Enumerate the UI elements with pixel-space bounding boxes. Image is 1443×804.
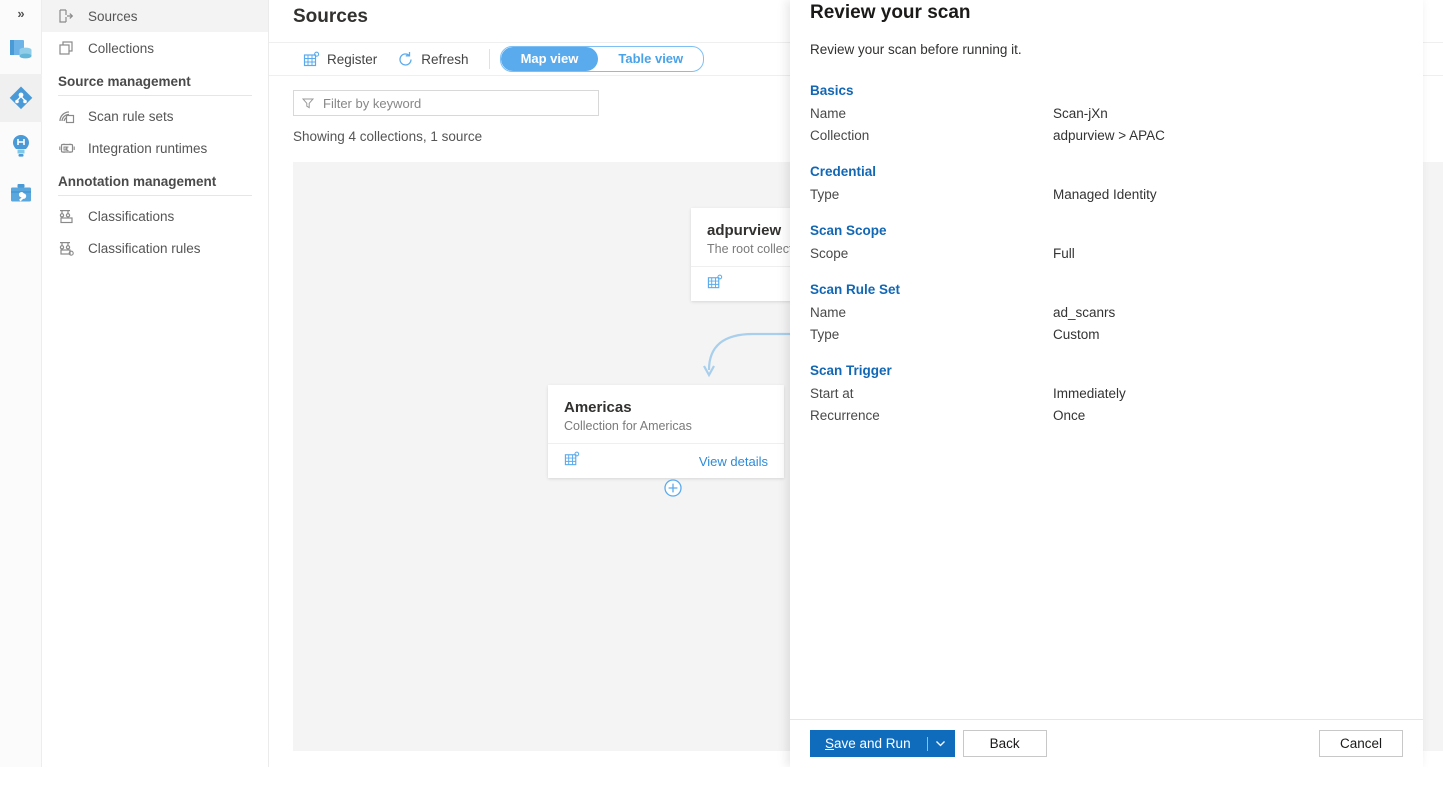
map-card-register-source-icon[interactable] xyxy=(564,451,580,472)
refresh-label: Refresh xyxy=(421,52,468,67)
panel-title: Review your scan xyxy=(810,2,971,24)
page-title: Sources xyxy=(293,6,368,28)
section-heading-scan-scope: Scan Scope xyxy=(810,223,1403,238)
map-card-subtitle: Collection for Americas xyxy=(564,419,768,433)
review-row-value: Custom xyxy=(1053,327,1100,342)
navigation-sidebar: Sources Collections Source management xyxy=(42,0,269,767)
refresh-icon xyxy=(397,51,414,68)
rail-item-data-map[interactable] xyxy=(0,74,42,122)
scan-rule-sets-icon xyxy=(58,108,78,124)
command-bar-divider xyxy=(489,49,490,69)
sidebar-item-label: Classifications xyxy=(88,209,174,224)
register-icon xyxy=(303,51,320,68)
review-row: Type Managed Identity xyxy=(810,183,1403,205)
filter-box[interactable] xyxy=(293,90,599,116)
review-row-key: Start at xyxy=(810,386,1053,401)
sources-icon xyxy=(58,8,78,24)
cancel-button[interactable]: Cancel xyxy=(1319,730,1403,757)
review-row-value: adpurview > APAC xyxy=(1053,128,1165,143)
classifications-icon xyxy=(58,208,78,224)
review-row-value: Full xyxy=(1053,246,1075,261)
save-and-run-accesskey: S xyxy=(825,736,834,751)
review-row-value: Managed Identity xyxy=(1053,187,1157,202)
integration-runtimes-icon xyxy=(58,140,78,156)
review-row: Start at Immediately xyxy=(810,382,1403,404)
view-toggle: Map view Table view xyxy=(500,46,705,72)
review-row: Collection adpurview > APAC xyxy=(810,124,1403,146)
review-row-value: Once xyxy=(1053,408,1085,423)
tab-table-view[interactable]: Table view xyxy=(598,47,703,71)
sidebar-group-annotation-management: Annotation management xyxy=(42,164,268,193)
sidebar-item-classification-rules[interactable]: Classification rules xyxy=(42,232,268,264)
review-row-key: Scope xyxy=(810,246,1053,261)
section-heading-basics: Basics xyxy=(810,83,1403,98)
review-row-value: ad_scanrs xyxy=(1053,305,1115,320)
save-and-run-label: Save and Run xyxy=(825,736,911,751)
map-card-americas[interactable]: Americas Collection for Americas View de… xyxy=(548,385,784,478)
sidebar-item-label: Integration runtimes xyxy=(88,141,207,156)
sidebar-item-label: Sources xyxy=(88,9,138,24)
sidebar-divider xyxy=(58,195,252,196)
sidebar-group-source-management: Source management xyxy=(42,64,268,93)
review-row: Name ad_scanrs xyxy=(810,301,1403,323)
classification-rules-icon xyxy=(58,240,78,256)
purview-app-window: » xyxy=(0,0,1443,767)
search-input[interactable] xyxy=(321,95,590,112)
sidebar-item-label: Classification rules xyxy=(88,241,201,256)
chevron-down-icon[interactable] xyxy=(928,738,954,749)
sidebar-item-integration-runtimes[interactable]: Integration runtimes xyxy=(42,132,268,164)
section-heading-credential: Credential xyxy=(810,164,1403,179)
panel-description: Review your scan before running it. xyxy=(810,42,1022,57)
save-and-run-button[interactable]: Save and Run xyxy=(810,730,955,757)
review-summary: Basics Name Scan-jXn Collection adpurvie… xyxy=(810,83,1403,667)
map-card-register-source-icon[interactable] xyxy=(707,274,723,295)
back-button[interactable]: Back xyxy=(963,730,1047,757)
review-row-key: Name xyxy=(810,305,1053,320)
map-card-footer: View details xyxy=(548,443,784,478)
review-row: Scope Full xyxy=(810,242,1403,264)
map-card-title: Americas xyxy=(564,399,768,416)
review-row-key: Type xyxy=(810,187,1053,202)
collections-icon xyxy=(58,40,78,56)
review-row-key: Name xyxy=(810,106,1053,121)
map-card-body: Americas Collection for Americas xyxy=(548,385,784,443)
section-heading-scan-rule-set: Scan Rule Set xyxy=(810,282,1403,297)
map-card-view-details-link[interactable]: View details xyxy=(699,454,768,469)
register-label: Register xyxy=(327,52,377,67)
review-row: Type Custom xyxy=(810,323,1403,345)
sidebar-item-sources[interactable]: Sources xyxy=(42,0,268,32)
review-row-key: Type xyxy=(810,327,1053,342)
tab-map-view[interactable]: Map view xyxy=(501,47,599,71)
panel-footer: Save and Run Back Cancel xyxy=(790,719,1423,767)
filter-icon xyxy=(302,97,314,109)
add-collection-plus-icon[interactable] xyxy=(664,479,682,497)
left-icon-rail: » xyxy=(0,0,42,767)
expand-collapse-chevron-icon[interactable]: » xyxy=(0,2,42,26)
rail-item-management[interactable] xyxy=(0,170,42,218)
sidebar-divider xyxy=(58,95,252,96)
sidebar-item-scan-rule-sets[interactable]: Scan rule sets xyxy=(42,100,268,132)
data-catalog-icon xyxy=(8,37,34,63)
review-scan-panel: Review your scan Review your scan before… xyxy=(790,0,1423,767)
rail-item-data-catalog[interactable] xyxy=(0,26,42,74)
refresh-button[interactable]: Refresh xyxy=(387,44,478,74)
sidebar-item-label: Collections xyxy=(88,41,154,56)
review-row: Recurrence Once xyxy=(810,404,1403,426)
lightbulb-insights-icon xyxy=(8,133,34,159)
section-heading-scan-trigger: Scan Trigger xyxy=(810,363,1403,378)
review-row-value: Scan-jXn xyxy=(1053,106,1108,121)
sidebar-item-collections[interactable]: Collections xyxy=(42,32,268,64)
save-and-run-label-rest: ave and Run xyxy=(834,736,911,751)
review-row-key: Collection xyxy=(810,128,1053,143)
rail-item-data-insights[interactable] xyxy=(0,122,42,170)
data-map-icon xyxy=(8,85,34,111)
review-row: Name Scan-jXn xyxy=(810,102,1403,124)
showing-count: Showing 4 collections, 1 source xyxy=(293,129,482,144)
review-row-value: Immediately xyxy=(1053,386,1126,401)
review-row-key: Recurrence xyxy=(810,408,1053,423)
sidebar-item-label: Scan rule sets xyxy=(88,109,174,124)
sidebar-item-classifications[interactable]: Classifications xyxy=(42,200,268,232)
toolbox-management-icon xyxy=(8,181,34,207)
register-button[interactable]: Register xyxy=(293,44,387,74)
